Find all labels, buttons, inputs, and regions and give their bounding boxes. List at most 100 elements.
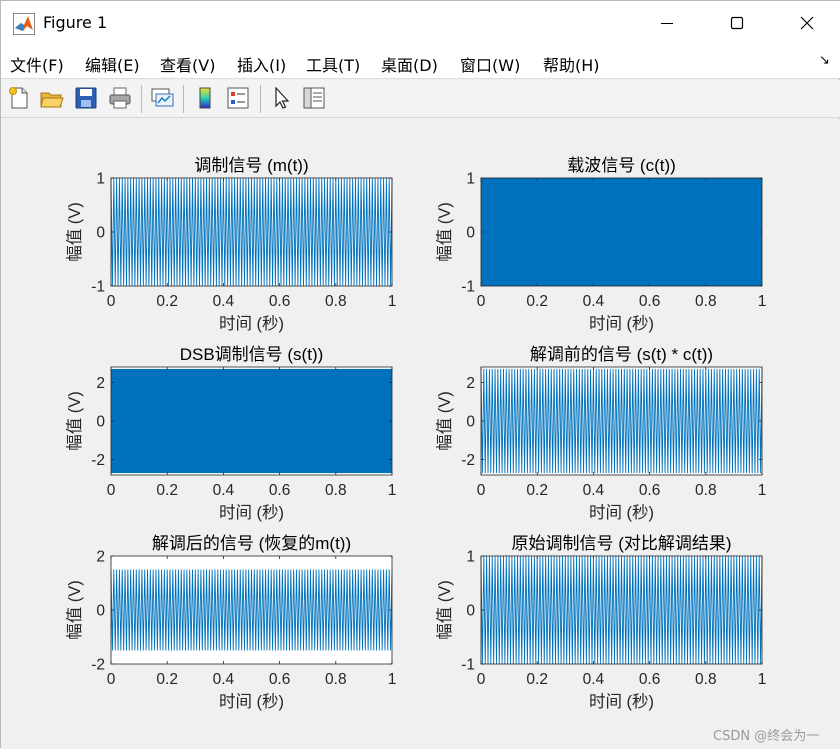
- x-tick-label: 0.2: [156, 482, 178, 499]
- x-tick-label: 0.2: [526, 671, 548, 688]
- y-axis-label: 幅值 (V): [435, 580, 454, 640]
- close-button[interactable]: [784, 1, 830, 45]
- x-tick-label: 0.4: [583, 293, 605, 310]
- x-tick-label: 0.6: [269, 482, 291, 499]
- y-tick-label: -2: [91, 452, 105, 469]
- y-tick-label: 0: [466, 414, 475, 431]
- y-axis-label: 幅值 (V): [435, 202, 454, 262]
- y-tick-label: -2: [91, 657, 105, 674]
- subplot-3: 0 0.2 0.4 0.6 0.8 1-202DSB调制信号 (s(t))时间 (秒)幅值…: [65, 345, 396, 522]
- x-axis-label: 时间 (秒): [219, 314, 284, 333]
- y-tick-label: -1: [461, 657, 475, 674]
- x-tick-label: 0.4: [213, 293, 235, 310]
- x-tick-label: 0.6: [269, 671, 291, 688]
- x-tick-label: 0.6: [639, 482, 661, 499]
- toolbar-separator: [141, 85, 142, 113]
- legend-icon[interactable]: [225, 85, 251, 111]
- subplot-title: DSB调制信号 (s(t)): [180, 345, 324, 364]
- title-bar[interactable]: Figure 1: [1, 1, 840, 45]
- y-tick-label: 1: [466, 549, 475, 566]
- y-tick-label: 0: [96, 414, 105, 431]
- x-tick-label: 0: [477, 482, 486, 499]
- x-tick-label: 0.8: [325, 671, 347, 688]
- minimize-button[interactable]: [644, 1, 690, 45]
- y-axis-label: 幅值 (V): [65, 391, 84, 451]
- menu-insert[interactable]: 插入(I): [237, 52, 286, 76]
- x-axis-label: 时间 (秒): [589, 692, 654, 711]
- minimize-icon: [661, 23, 673, 24]
- x-tick-label: 1: [388, 482, 397, 499]
- link-plot-icon[interactable]: [149, 85, 175, 111]
- subplot-title: 调制信号 (m(t)): [194, 156, 308, 175]
- y-axis-label: 幅值 (V): [65, 580, 84, 640]
- subplot-title: 原始调制信号 (对比解调结果): [511, 534, 731, 553]
- x-tick-label: 0.2: [156, 671, 178, 688]
- x-axis-label: 时间 (秒): [219, 503, 284, 522]
- menu-view[interactable]: 查看(V): [160, 52, 215, 76]
- menu-window[interactable]: 窗口(W): [460, 52, 520, 76]
- y-tick-label: 0: [466, 225, 475, 242]
- matlab-app-icon: [13, 13, 35, 35]
- subplot-title: 解调前的信号 (s(t) * c(t)): [530, 345, 713, 364]
- menu-edit[interactable]: 编辑(E): [85, 52, 140, 76]
- pointer-icon[interactable]: [268, 85, 294, 111]
- print-icon[interactable]: [107, 85, 133, 111]
- x-tick-label: 0.6: [639, 671, 661, 688]
- x-tick-label: 0.8: [325, 293, 347, 310]
- x-tick-label: 1: [388, 293, 397, 310]
- x-tick-label: 1: [758, 482, 767, 499]
- subplot-6: 0 0.2 0.4 0.6 0.8 1-101原始调制信号 (对比解调结果)时间 (秒)幅…: [435, 534, 766, 711]
- menu-help[interactable]: 帮助(H): [543, 52, 600, 76]
- open-file-icon[interactable]: [39, 85, 65, 111]
- menu-tools[interactable]: 工具(T): [306, 52, 360, 76]
- x-tick-label: 0: [107, 482, 116, 499]
- y-tick-label: 0: [466, 603, 475, 620]
- maximize-icon: [730, 16, 744, 30]
- y-tick-label: 1: [466, 171, 475, 188]
- x-tick-label: 0.4: [583, 482, 605, 499]
- series-line-1: [481, 178, 762, 286]
- subplot-5: 0 0.2 0.4 0.6 0.8 1-202解调后的信号 (恢复的m(t))时间 (秒)…: [65, 534, 396, 711]
- subplot-grid: 0 0.2 0.4 0.6 0.8 1-101调制信号 (m(t))时间 (秒)幅值 (V…: [65, 156, 766, 711]
- toolbar-separator: [183, 85, 184, 113]
- menu-bar: 文件(F) 编辑(E) 查看(V) 插入(I) 工具(T) 桌面(D) 窗口(W…: [1, 45, 840, 79]
- x-tick-label: 0.6: [269, 293, 291, 310]
- property-editor-icon[interactable]: [301, 85, 327, 111]
- y-tick-label: -1: [461, 279, 475, 296]
- dock-arrow-icon[interactable]: ↘: [819, 53, 830, 68]
- subplot-4: 0 0.2 0.4 0.6 0.8 1-202解调前的信号 (s(t) * c(t))时间…: [435, 345, 766, 522]
- y-tick-label: 2: [96, 549, 105, 566]
- series-line-1: [111, 368, 392, 474]
- y-tick-label: -2: [461, 452, 475, 469]
- menu-file[interactable]: 文件(F): [10, 52, 64, 76]
- close-icon: [800, 16, 814, 30]
- subplot-1: 0 0.2 0.4 0.6 0.8 1-101调制信号 (m(t))时间 (秒)幅值 (V…: [65, 156, 396, 333]
- y-axis-label: 幅值 (V): [435, 391, 454, 451]
- y-tick-label: -1: [91, 279, 105, 296]
- figure-window: Figure 1 文件(F) 编辑(E) 查看(V) 插入(I) 工具(T) 桌…: [0, 0, 840, 749]
- x-tick-label: 0.8: [325, 482, 347, 499]
- menu-desktop[interactable]: 桌面(D): [381, 52, 438, 76]
- subplot-title: 载波信号 (c(t)): [567, 156, 676, 175]
- maximize-button[interactable]: [714, 1, 760, 45]
- figure-canvas: 0 0.2 0.4 0.6 0.8 1 -1 0 1 调制信号 (m(t)) 时间 (秒) 幅值 (V…: [1, 119, 840, 749]
- y-tick-label: 2: [96, 375, 105, 392]
- toolbar-separator: [260, 85, 261, 113]
- y-tick-label: 2: [466, 375, 475, 392]
- save-icon[interactable]: [73, 85, 99, 111]
- y-tick-label: 0: [96, 603, 105, 620]
- subplot-title: 解调后的信号 (恢复的m(t)): [152, 534, 351, 553]
- x-tick-label: 0.6: [639, 293, 661, 310]
- x-tick-label: 1: [388, 671, 397, 688]
- new-figure-icon[interactable]: [6, 85, 32, 111]
- x-axis-label: 时间 (秒): [589, 314, 654, 333]
- x-tick-label: 1: [758, 293, 767, 310]
- colorbar-icon[interactable]: [192, 85, 218, 111]
- x-tick-label: 0: [107, 671, 116, 688]
- x-tick-label: 0.4: [213, 671, 235, 688]
- subplot-2: 0 0.2 0.4 0.6 0.8 1-101载波信号 (c(t))时间 (秒)幅值 (V…: [435, 156, 766, 333]
- x-tick-label: 1: [758, 671, 767, 688]
- x-axis-label: 时间 (秒): [589, 503, 654, 522]
- x-tick-label: 0: [107, 293, 116, 310]
- x-tick-label: 0.4: [213, 482, 235, 499]
